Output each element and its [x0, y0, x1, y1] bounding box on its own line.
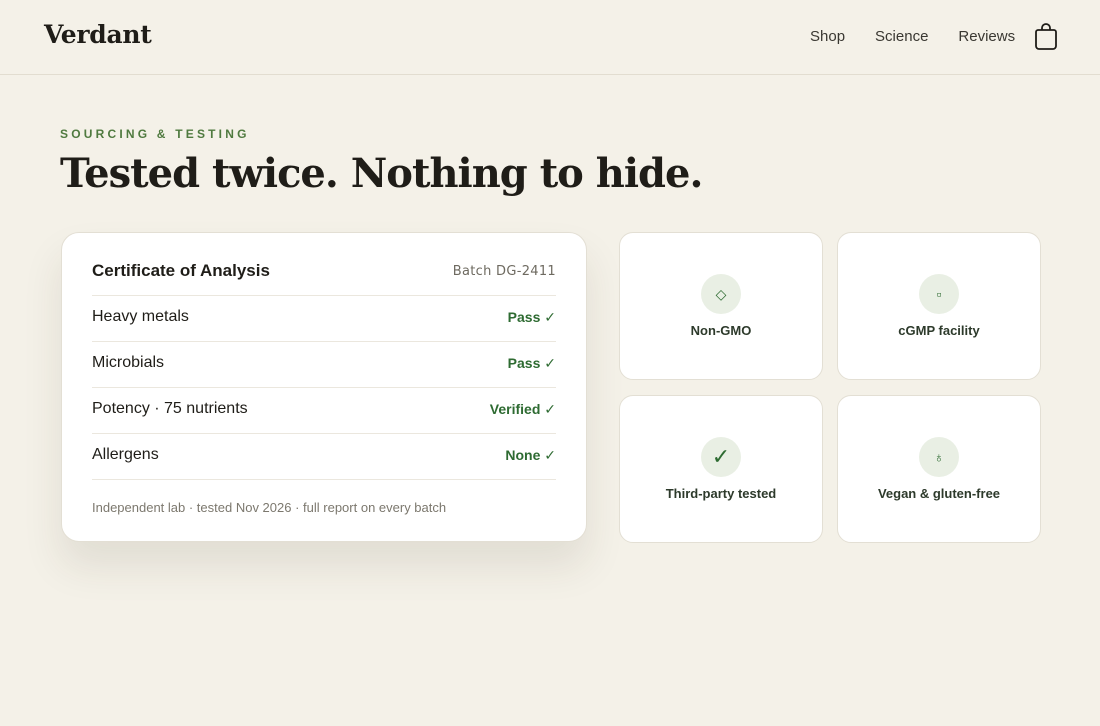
page-headline: Tested twice. Nothing to hide.	[60, 150, 703, 197]
nav-link-shop[interactable]: Shop	[810, 28, 845, 45]
test-row-allergens: Allergens None ✓	[92, 434, 556, 480]
certificate-header: Certificate of Analysis Batch DG-2411	[92, 259, 556, 296]
nav-link-science[interactable]: Science	[875, 28, 928, 45]
badge-label: Non-GMO	[690, 323, 752, 338]
test-result: None ✓	[505, 447, 556, 463]
nav-link-reviews[interactable]: Reviews	[958, 28, 1015, 45]
badge-label: Vegan & gluten-free	[877, 486, 1001, 501]
badge-non-gmo: ◇ Non-GMO	[619, 232, 823, 380]
certificate-title: Certificate of Analysis	[92, 261, 270, 280]
square-icon: ▫	[919, 274, 959, 314]
checkmark-icon: ✓	[701, 437, 741, 477]
badge-cgmp: ▫ cGMP facility	[837, 232, 1041, 380]
shopping-bag-icon[interactable]	[1034, 22, 1058, 50]
badge-third-party: ✓ Third-party tested	[619, 395, 823, 543]
batch-number: Batch DG-2411	[452, 264, 556, 279]
badge-vegan: ♁ Vegan & gluten-free	[837, 395, 1041, 543]
test-row-potency: Potency · 75 nutrients Verified ✓	[92, 388, 556, 434]
badge-label: cGMP facility	[898, 323, 980, 338]
certificate-footnote: Independent lab · tested Nov 2026 · full…	[92, 500, 447, 515]
test-result: Verified ✓	[489, 401, 556, 417]
certificate-card: Certificate of Analysis Batch DG-2411 He…	[61, 232, 587, 542]
brand-logo[interactable]: Verdant	[44, 20, 152, 49]
site-header: Verdant Shop Science Reviews	[0, 0, 1100, 75]
test-label: Potency · 75 nutrients	[92, 400, 248, 417]
test-row-microbials: Microbials Pass ✓	[92, 342, 556, 388]
test-result: Pass ✓	[507, 309, 556, 325]
test-label: Microbials	[92, 354, 165, 371]
test-label: Heavy metals	[92, 308, 189, 325]
main-nav: Shop Science Reviews	[810, 28, 1015, 45]
leaf-drop-icon: ♁	[919, 437, 959, 477]
test-result: Pass ✓	[507, 355, 556, 371]
section-eyebrow: SOURCING & TESTING	[60, 127, 250, 141]
badge-label: Third-party tested	[665, 486, 777, 501]
test-label: Allergens	[92, 446, 159, 463]
test-row-heavy-metals: Heavy metals Pass ✓	[92, 296, 556, 342]
diamond-icon: ◇	[701, 274, 741, 314]
